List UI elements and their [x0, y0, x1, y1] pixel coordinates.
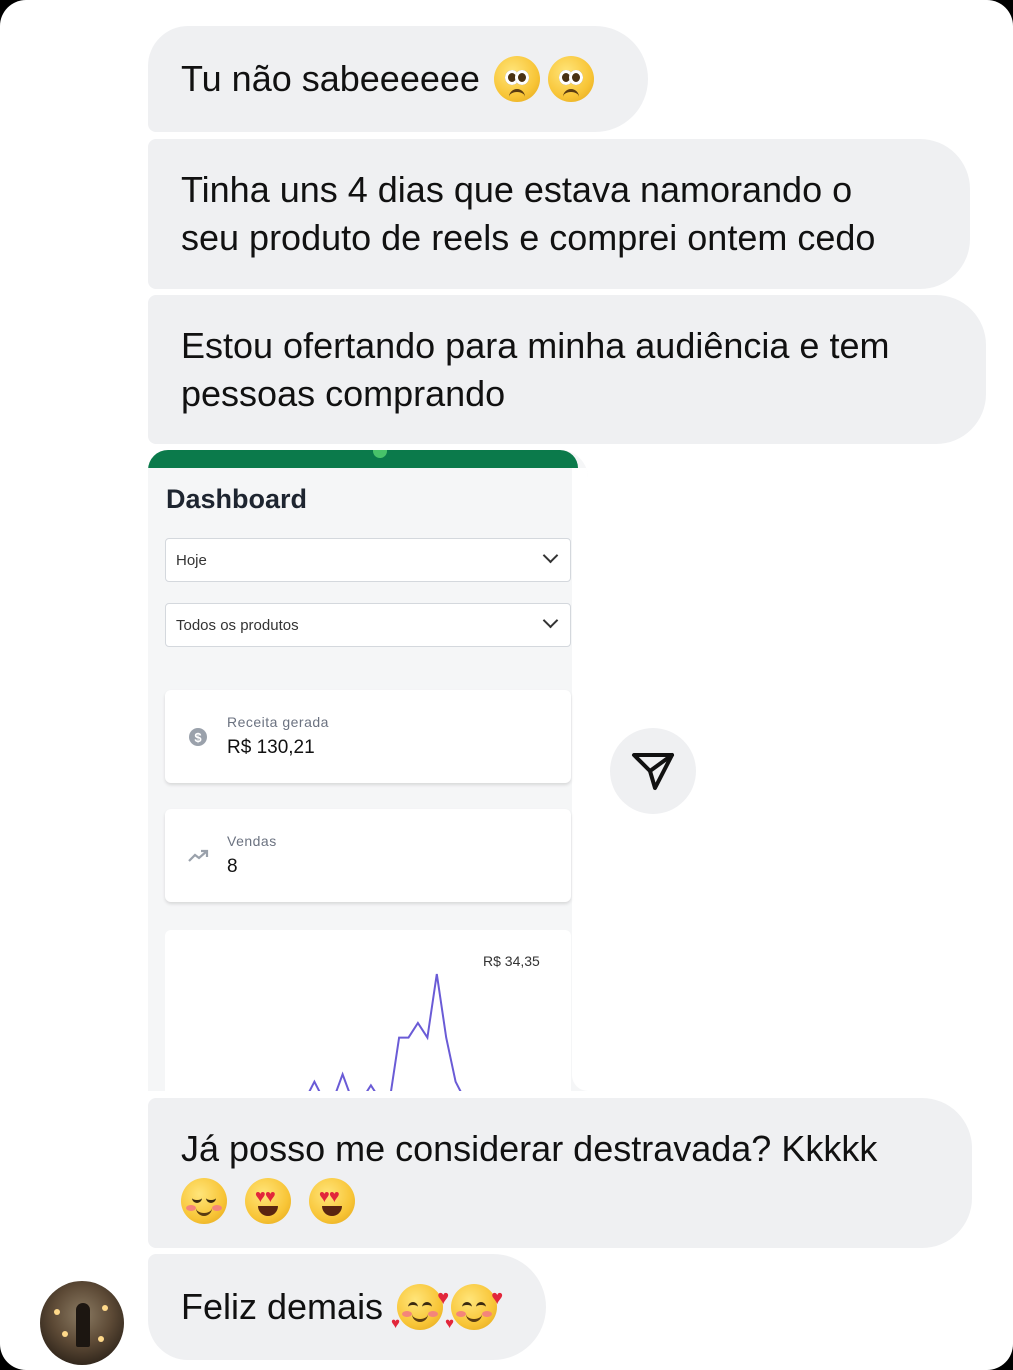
pleading-face-icon: [547, 56, 594, 102]
message-bubble[interactable]: Feliz demais: [148, 1254, 546, 1360]
svg-text:$: $: [194, 730, 202, 745]
message-text-line: seu produto de reels e comprei ontem ced…: [181, 217, 876, 258]
sales-chart: R$ 34,35: [165, 930, 571, 1091]
chart-canvas: [308, 973, 462, 1091]
period-select-value: Hoje: [176, 551, 207, 569]
send-paper-plane-icon: [632, 753, 674, 790]
smiling-face-with-hearts-icon: [391, 1274, 449, 1348]
period-select[interactable]: Hoje: [165, 538, 571, 582]
share-button[interactable]: [610, 728, 696, 814]
sales-label: Vendas: [227, 833, 277, 849]
chevron-down-icon: [542, 547, 559, 564]
revenue-value: R$ 130,21: [227, 737, 315, 758]
message-bubble[interactable]: Tinha uns 4 dias que estava namorando o …: [148, 139, 970, 289]
message-text-line: Já posso me considerar destravada? Kkkkk: [181, 1128, 878, 1169]
heart-eyes-face-icon: [309, 1178, 356, 1225]
app-header-bar: [148, 450, 578, 468]
chart-series-line: [308, 973, 462, 1091]
relieved-face-icon: [181, 1178, 227, 1225]
message-text-line: Tinha uns 4 dias que estava namorando o: [181, 169, 853, 210]
pleading-face-icon: [493, 56, 540, 102]
message-bubble[interactable]: Estou ofertando para minha audiência e t…: [148, 295, 986, 444]
heart-eyes-face-icon: [245, 1178, 292, 1225]
message-text: Tu não sabeeeeee: [181, 58, 480, 99]
sales-value: 8: [227, 856, 238, 877]
avatar[interactable]: [40, 1281, 124, 1365]
dashboard-title: Dashboard: [166, 484, 308, 514]
chevron-down-icon: [542, 612, 559, 629]
revenue-label: Receita gerada: [227, 714, 329, 730]
message-text: Feliz demais: [181, 1286, 384, 1327]
shared-image[interactable]: Dashboard Hoje Todos os produtos $ Recei…: [148, 450, 588, 1091]
message-bubble[interactable]: Tu não sabeeeeee: [148, 26, 648, 132]
message-text-line: Estou ofertando para minha audiência e t…: [181, 325, 890, 366]
message-bubble[interactable]: Já posso me considerar destravada? Kkkkk: [148, 1098, 972, 1248]
revenue-card: $ Receita gerada R$ 130,21: [165, 690, 571, 783]
dollar-circle-icon: $: [189, 728, 207, 746]
product-select-value: Todos os produtos: [176, 616, 299, 634]
sales-card: Vendas 8: [165, 809, 571, 902]
product-select[interactable]: Todos os produtos: [165, 603, 571, 647]
message-text-line: pessoas comprando: [181, 373, 506, 414]
trending-up-icon: [188, 849, 209, 862]
chat-thread: Tu não sabeeeeee Tinha uns 4 dias que es…: [0, 0, 1013, 1370]
smiling-face-with-hearts-icon: [445, 1274, 503, 1348]
